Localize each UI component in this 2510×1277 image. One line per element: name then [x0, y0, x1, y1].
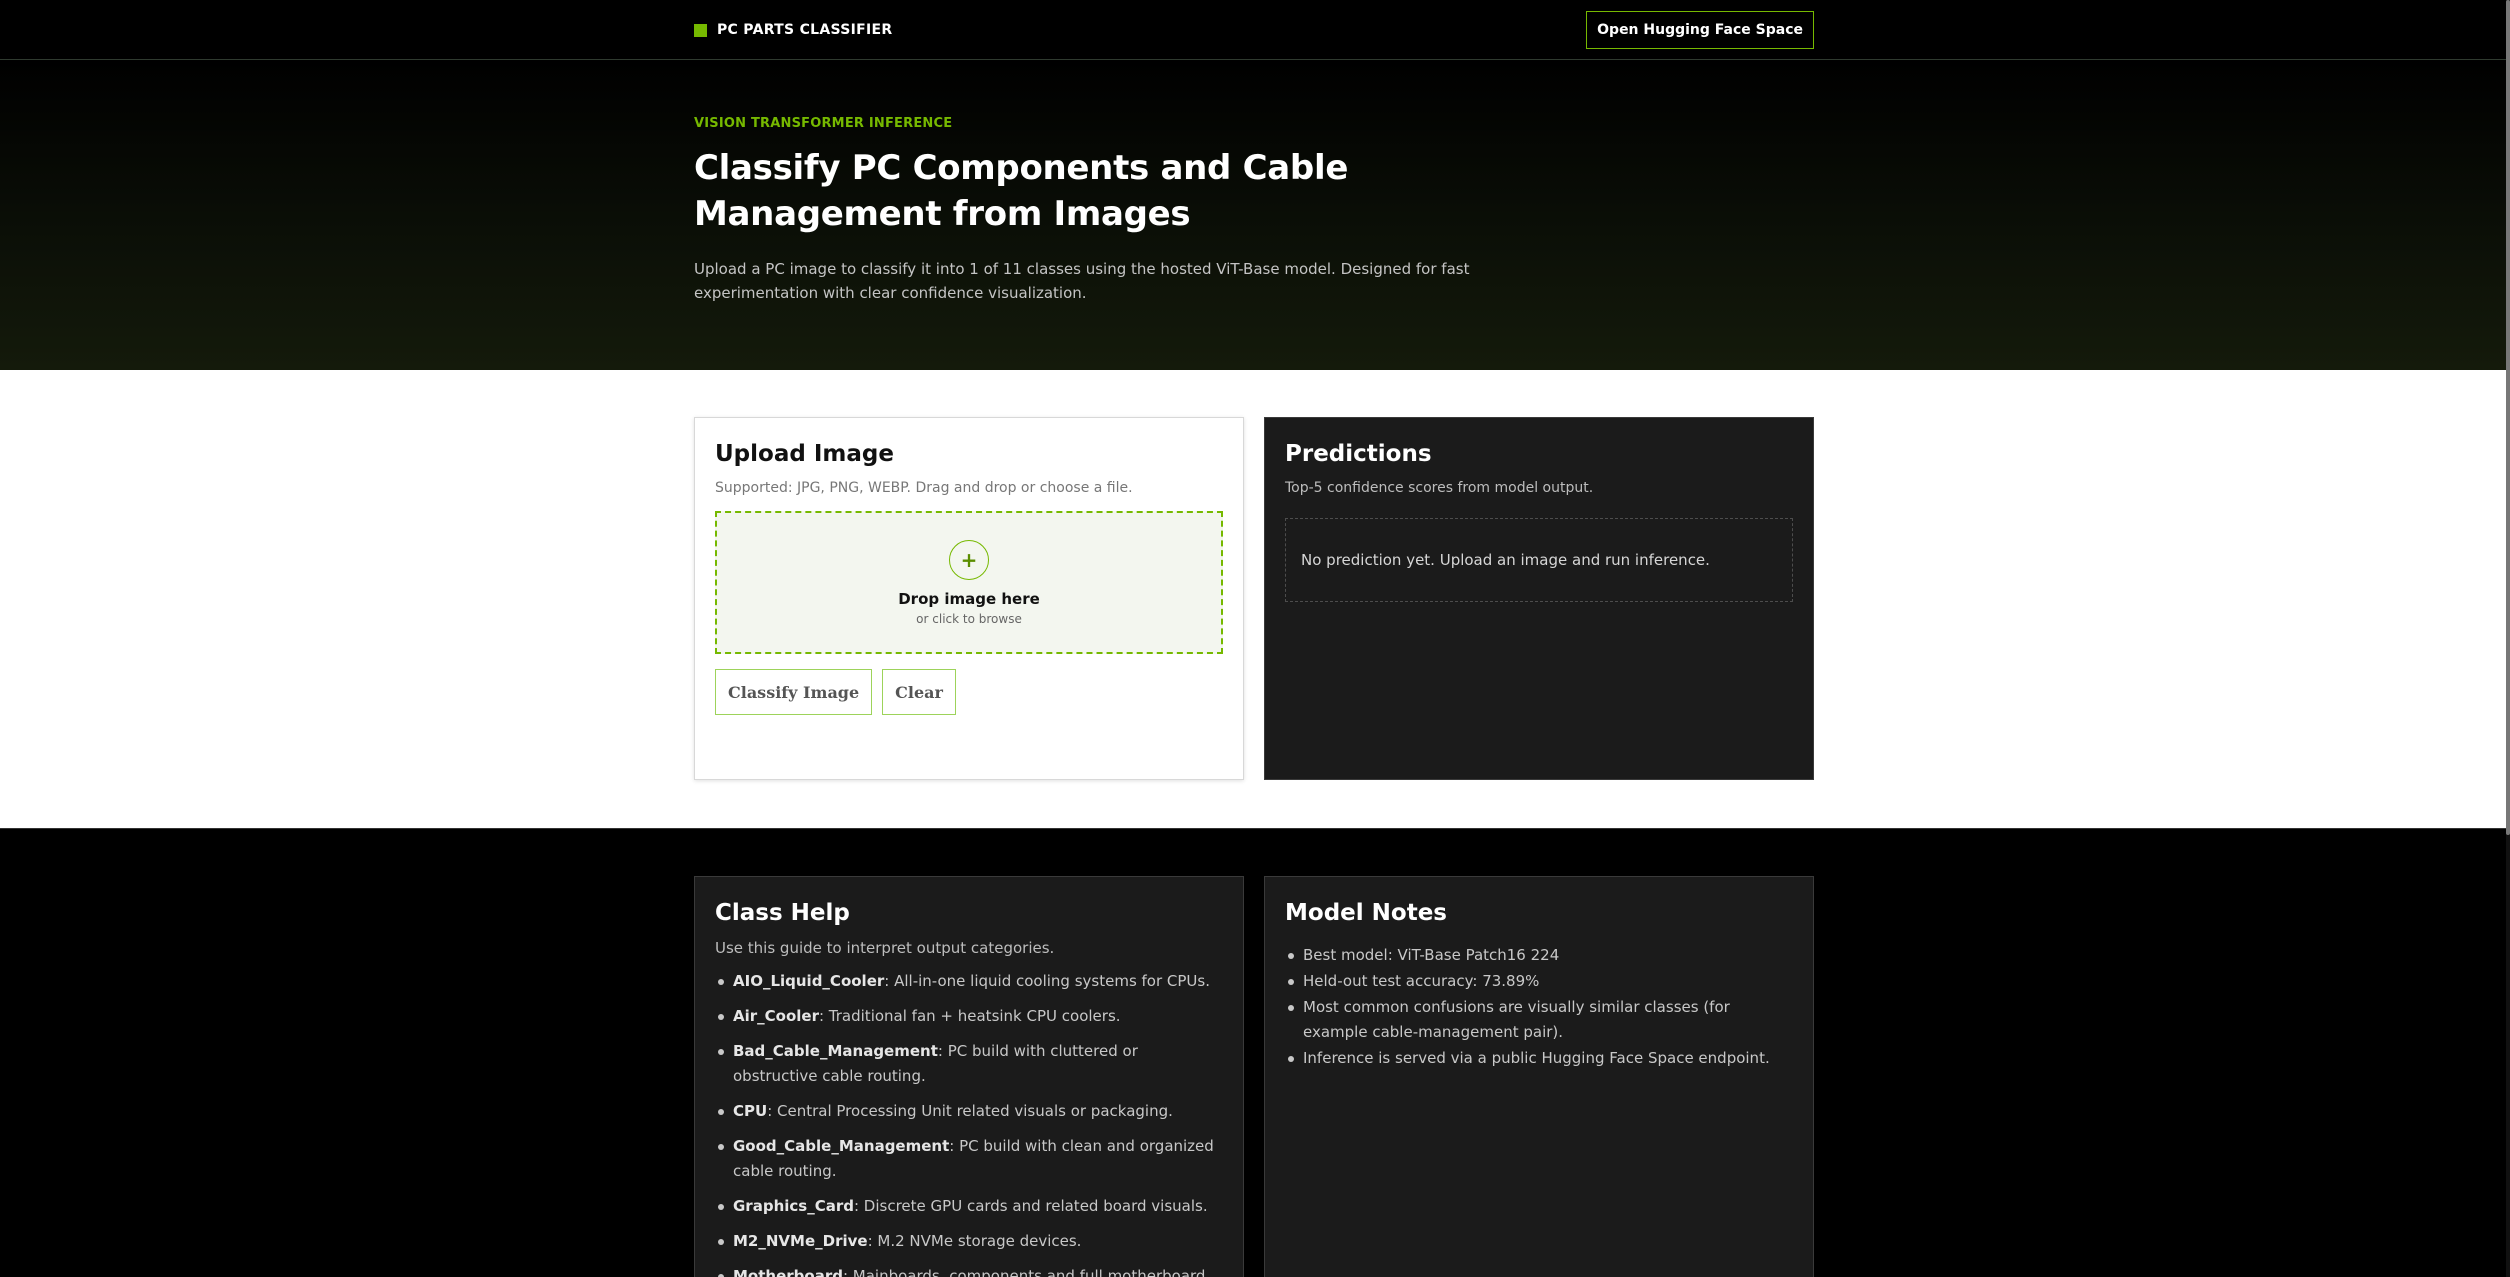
classify-image-button[interactable]: Classify Image	[715, 669, 873, 715]
hero-eyebrow: VISION TRANSFORMER INFERENCE	[694, 116, 953, 131]
plus-icon: +	[949, 539, 989, 580]
class-description: : M.2 NVMe storage devices.	[867, 1232, 1082, 1250]
class-help-list: AIO_Liquid_Cooler: All-in-one liquid coo…	[715, 969, 1223, 1277]
class-description: : Traditional fan + heatsink CPU coolers…	[818, 1007, 1121, 1025]
list-item: Motherboard: Mainboards, components and …	[715, 1264, 1223, 1277]
upload-subtitle: Supported: JPG, PNG, WEBP. Drag and drop…	[715, 480, 1133, 496]
predictions-title: Predictions	[1285, 441, 1432, 467]
hero-description: Upload a PC image to classify it into 1 …	[694, 260, 1470, 302]
predictions-subtitle: Top-5 confidence scores from model outpu…	[1285, 480, 1594, 496]
page-title: Classify PC Components and Cable Managem…	[694, 148, 1349, 234]
list-item: CPU: Central Processing Unit related vis…	[715, 1099, 1223, 1124]
list-item: Held-out test accuracy: 73.89%	[1285, 969, 1793, 994]
class-help-subtitle: Use this guide to interpret output categ…	[715, 939, 1055, 957]
open-hf-space-button[interactable]: Open Hugging Face Space	[1586, 11, 1814, 49]
list-item: Best model: ViT-Base Patch16 224	[1285, 943, 1793, 968]
workspace-section: Upload Image Supported: JPG, PNG, WEBP. …	[0, 370, 2510, 829]
class-description: : Central Processing Unit related visual…	[767, 1102, 1173, 1120]
page-scrollbar[interactable]	[2506, 0, 2510, 1277]
list-item: M2_NVMe_Drive: M.2 NVMe storage devices.	[715, 1229, 1223, 1254]
class-name: Graphics_Card	[733, 1197, 854, 1215]
class-name: Good_Cable_Management	[733, 1137, 950, 1155]
upload-actions: Classify Image Clear	[715, 669, 1223, 715]
class-description: : Discrete GPU cards and related board v…	[853, 1197, 1208, 1215]
list-item: Bad_Cable_Management: PC build with clut…	[715, 1039, 1223, 1089]
list-item: Most common confusions are visually simi…	[1285, 995, 1793, 1045]
brand[interactable]: PC PARTS CLASSIFIER	[694, 22, 892, 38]
upload-title: Upload Image	[715, 441, 894, 467]
scrollbar-thumb[interactable]	[2506, 0, 2510, 835]
class-name: CPU	[733, 1102, 768, 1120]
model-notes-title: Model Notes	[1285, 900, 1447, 926]
hero-section: VISION TRANSFORMER INFERENCE Classify PC…	[0, 60, 2510, 370]
predictions-empty-state: No prediction yet. Upload an image and r…	[1285, 518, 1793, 602]
list-item: Air_Cooler: Traditional fan + heatsink C…	[715, 1004, 1223, 1029]
class-name: Bad_Cable_Management	[733, 1042, 938, 1060]
image-dropzone[interactable]: + Drop image here or click to browse	[715, 511, 1223, 654]
class-help-title: Class Help	[715, 900, 850, 926]
class-name: M2_NVMe_Drive	[733, 1232, 868, 1250]
model-notes-list: Best model: ViT-Base Patch16 224 Held-ou…	[1285, 943, 1793, 1071]
upload-card: Upload Image Supported: JPG, PNG, WEBP. …	[694, 417, 1244, 780]
info-section: Class Help Use this guide to interpret o…	[0, 829, 2510, 1277]
class-name: Motherboard	[733, 1267, 843, 1277]
top-bar: PC PARTS CLASSIFIER Open Hugging Face Sp…	[0, 0, 2510, 60]
predictions-card: Predictions Top-5 confidence scores from…	[1264, 417, 1814, 780]
class-description: : All-in-one liquid cooling systems for …	[884, 972, 1210, 990]
class-name: AIO_Liquid_Cooler	[733, 972, 885, 990]
model-notes-card: Model Notes Best model: ViT-Base Patch16…	[1264, 876, 1814, 1277]
class-name: Air_Cooler	[733, 1007, 819, 1025]
class-help-card: Class Help Use this guide to interpret o…	[694, 876, 1244, 1277]
dropzone-subtitle: or click to browse	[916, 611, 1022, 626]
dropzone-title: Drop image here	[898, 589, 1040, 608]
list-item: Inference is served via a public Hugging…	[1285, 1046, 1793, 1071]
list-item: Graphics_Card: Discrete GPU cards and re…	[715, 1194, 1223, 1219]
clear-button[interactable]: Clear	[882, 669, 956, 715]
list-item: AIO_Liquid_Cooler: All-in-one liquid coo…	[715, 969, 1223, 994]
brand-name: PC PARTS CLASSIFIER	[717, 22, 893, 38]
brand-logo-icon	[694, 23, 707, 37]
list-item: Good_Cable_Management: PC build with cle…	[715, 1134, 1223, 1184]
